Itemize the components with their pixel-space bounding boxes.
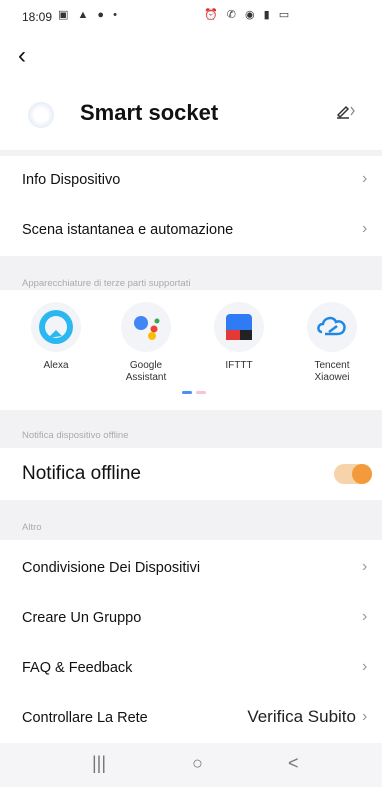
tencent-icon: [307, 302, 357, 352]
create-group-row[interactable]: Creare Un Gruppo ›: [0, 592, 382, 642]
notification-icons: ▣ ▲ ● •: [58, 9, 120, 21]
third-party-section-header: Apparecchiature di terze parti supportat…: [0, 256, 382, 290]
device-sharing-label: Condivisione Dei Dispositivi: [22, 560, 201, 576]
page-title: Smart socket: [80, 100, 219, 125]
scene-automation-row[interactable]: Scena istantanea e automazione ›: [0, 206, 382, 256]
alexa-icon: [31, 302, 81, 352]
device-sharing-row[interactable]: Condivisione Dei Dispositivi ›: [0, 540, 382, 590]
integration-google-assistant[interactable]: Google Assistant: [106, 302, 186, 384]
integration-name: Alexa: [43, 360, 69, 371]
chevron-right-icon: ›: [362, 658, 368, 675]
edit-name-button[interactable]: [336, 103, 356, 124]
offline-section-label: Notifica dispositivo offline: [22, 430, 129, 441]
offline-notification-label: Notifica offline: [22, 463, 141, 484]
pencil-icon: [336, 105, 355, 119]
other-section-label: Altro: [22, 522, 42, 533]
google-assistant-icon: [121, 302, 171, 352]
system-nav-bar: ||| ○ <: [0, 743, 382, 787]
integration-ifttt[interactable]: IFTTT: [199, 302, 279, 372]
offline-section-header: Notifica dispositivo offline: [0, 410, 382, 448]
offline-notification-row: Notifica offline: [0, 448, 382, 500]
third-party-section-label: Apparecchiature di terze parti supportat…: [22, 278, 191, 289]
network-check-label: Controllare La Rete: [22, 710, 148, 726]
system-back-button[interactable]: <: [288, 753, 299, 774]
info-device-row[interactable]: Info Dispositivo ›: [0, 156, 382, 206]
integration-name: Google Assistant: [125, 360, 167, 383]
pager-dot-active: [182, 391, 192, 394]
other-section-header: Altro: [0, 500, 382, 540]
offline-toggle-knob: [352, 464, 372, 484]
status-bar: 18:09 ▣ ▲ ● • ⏰ ✆ ◉ ▮ ▭: [0, 0, 382, 36]
recents-button[interactable]: |||: [92, 753, 106, 774]
chevron-left-icon: ‹: [18, 42, 26, 69]
integration-name: IFTTT: [225, 360, 253, 371]
integration-tencent-xiaowei[interactable]: Tencent Xiaowei: [292, 302, 372, 384]
chevron-right-icon: ›: [362, 708, 368, 725]
back-button[interactable]: ‹: [18, 42, 46, 70]
chevron-right-icon: ›: [362, 170, 368, 187]
network-check-row[interactable]: Controllare La Rete Verifica Subito ›: [0, 694, 382, 744]
faq-feedback-label: FAQ & Feedback: [22, 660, 133, 676]
integration-name: Tencent Xiaowei: [314, 360, 350, 383]
integration-alexa[interactable]: Alexa: [16, 302, 96, 372]
system-status-icons: ⏰ ✆ ◉ ▮ ▭: [204, 9, 293, 21]
ifttt-icon: [214, 302, 264, 352]
network-check-value: Verifica Subito: [247, 707, 356, 726]
integrations-carousel[interactable]: Alexa Google Assistant IFTTT Tencent Xia…: [0, 290, 382, 410]
scene-automation-label: Scena istantanea e automazione: [22, 222, 234, 238]
home-button[interactable]: ○: [192, 753, 203, 774]
status-time: 18:09: [22, 10, 53, 24]
device-header: Smart socket: [0, 88, 382, 144]
pager-dot: [196, 391, 206, 394]
device-icon: [28, 102, 54, 128]
chevron-right-icon: ›: [362, 220, 368, 237]
chevron-right-icon: ›: [362, 558, 368, 575]
faq-feedback-row[interactable]: FAQ & Feedback ›: [0, 644, 382, 694]
chevron-right-icon: ›: [362, 608, 368, 625]
create-group-label: Creare Un Gruppo: [22, 610, 142, 626]
info-device-label: Info Dispositivo: [22, 172, 121, 188]
